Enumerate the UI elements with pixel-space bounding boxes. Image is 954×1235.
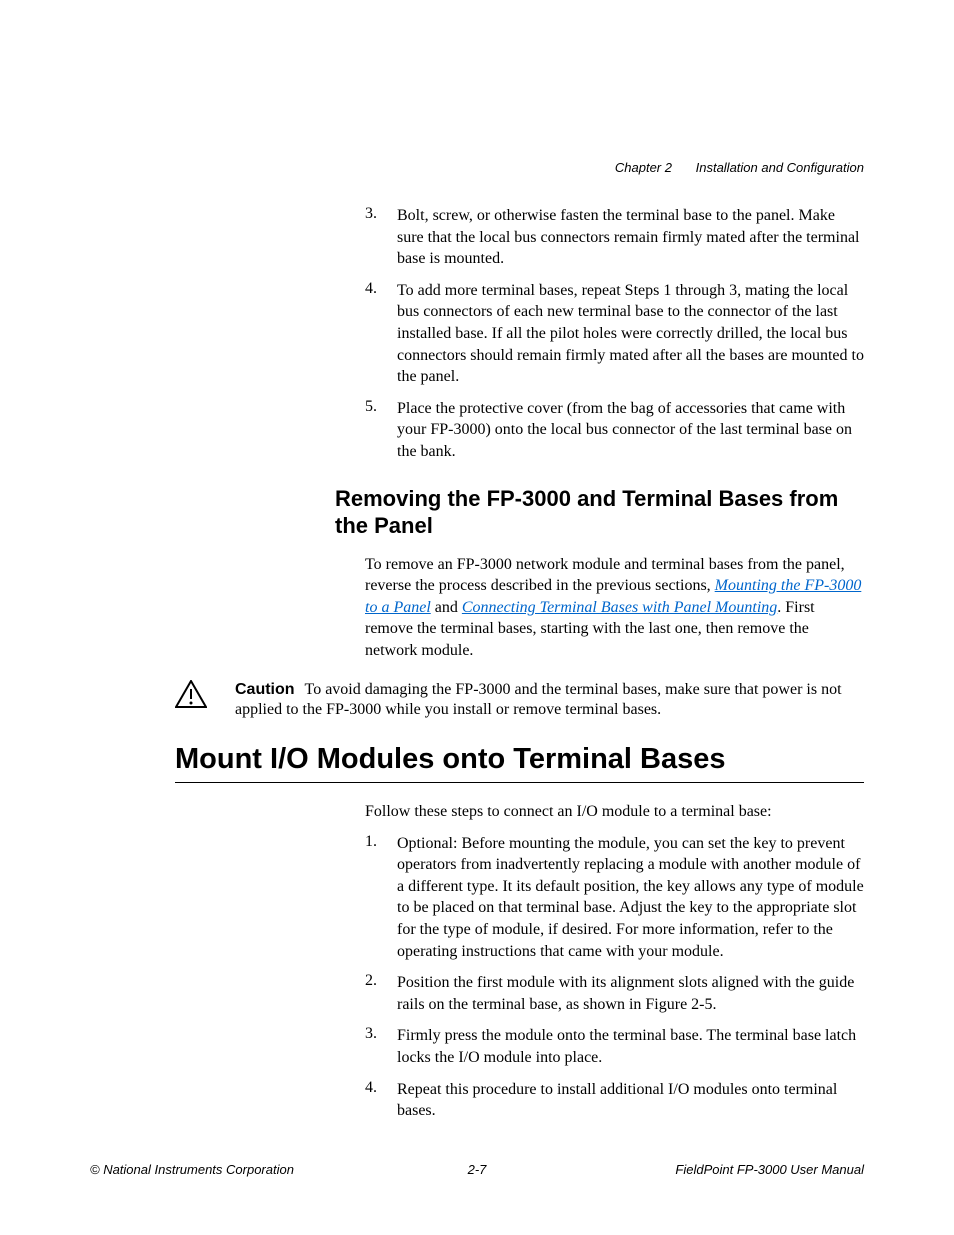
- heading-mount-io-modules: Mount I/O Modules onto Terminal Bases: [175, 743, 864, 776]
- removing-paragraph: To remove an FP-3000 network module and …: [365, 554, 864, 662]
- mount-io-intro: Follow these steps to connect an I/O mod…: [365, 801, 864, 823]
- list-item: 4. Repeat this procedure to install addi…: [365, 1079, 864, 1122]
- list-text: Repeat this procedure to install additio…: [397, 1079, 864, 1122]
- caution-text: To avoid damaging the FP-3000 and the te…: [235, 681, 842, 719]
- list-item: 3. Bolt, screw, or otherwise fasten the …: [365, 205, 864, 270]
- list-text: Optional: Before mounting the module, yo…: [397, 833, 864, 963]
- list-number: 1.: [365, 833, 397, 963]
- caution-icon: [175, 680, 235, 714]
- list-text: Bolt, screw, or otherwise fasten the ter…: [397, 205, 864, 270]
- heading-rule: [175, 782, 864, 783]
- list-text: Position the first module with its align…: [397, 972, 864, 1015]
- terminal-base-steps-continued: 3. Bolt, screw, or otherwise fasten the …: [365, 205, 864, 463]
- mount-io-steps: 1. Optional: Before mounting the module,…: [365, 833, 864, 1122]
- text-fragment: and: [431, 599, 462, 616]
- list-item: 4. To add more terminal bases, repeat St…: [365, 280, 864, 388]
- list-text: Place the protective cover (from the bag…: [397, 398, 864, 463]
- chapter-title: Installation and Configuration: [696, 160, 864, 175]
- list-number: 4.: [365, 1079, 397, 1122]
- caution-block: CautionTo avoid damaging the FP-3000 and…: [175, 680, 864, 722]
- list-number: 3.: [365, 1025, 397, 1068]
- list-item: 5. Place the protective cover (from the …: [365, 398, 864, 463]
- heading-removing-fp3000: Removing the FP-3000 and Terminal Bases …: [335, 485, 864, 540]
- chapter-number: Chapter 2: [615, 160, 672, 175]
- list-number: 2.: [365, 972, 397, 1015]
- list-number: 4.: [365, 280, 397, 388]
- list-number: 3.: [365, 205, 397, 270]
- footer-copyright: © National Instruments Corporation: [90, 1162, 294, 1177]
- list-item: 1. Optional: Before mounting the module,…: [365, 833, 864, 963]
- list-text: To add more terminal bases, repeat Steps…: [397, 280, 864, 388]
- running-header: Chapter 2 Installation and Configuration: [615, 160, 864, 175]
- caution-label: Caution: [235, 681, 295, 698]
- list-item: 3. Firmly press the module onto the term…: [365, 1025, 864, 1068]
- link-connecting-terminal-bases[interactable]: Connecting Terminal Bases with Panel Mou…: [462, 599, 777, 616]
- page-footer: © National Instruments Corporation 2-7 F…: [90, 1162, 864, 1177]
- list-text: Firmly press the module onto the termina…: [397, 1025, 864, 1068]
- list-item: 2. Position the first module with its al…: [365, 972, 864, 1015]
- footer-manual-title: FieldPoint FP-3000 User Manual: [675, 1162, 864, 1177]
- list-number: 5.: [365, 398, 397, 463]
